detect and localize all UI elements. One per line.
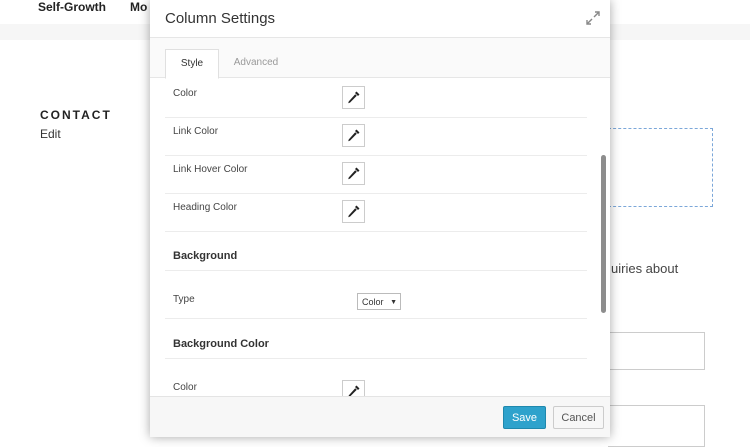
background-type-select[interactable]: Color ▼: [357, 293, 401, 310]
background-section-title: Background: [173, 250, 238, 262]
scrollbar-thumb[interactable]: [601, 155, 606, 313]
background-type-value: Color: [362, 297, 384, 307]
color-picker-button[interactable]: [342, 86, 365, 109]
background-color-picker-button[interactable]: [342, 380, 365, 396]
background-color-row: Color: [165, 358, 587, 396]
heading-color-row: Heading Color: [165, 193, 587, 232]
link-color-row: Link Color: [165, 117, 587, 156]
cancel-button[interactable]: Cancel: [553, 406, 604, 429]
eyedropper-icon: [348, 167, 360, 180]
eyedropper-icon: [348, 385, 360, 396]
link-color-label: Link Color: [173, 126, 219, 137]
inquiry-text: uiries about: [611, 261, 679, 276]
link-hover-color-label: Link Hover Color: [173, 164, 248, 175]
settings-tabs: Style Advanced: [150, 38, 610, 79]
modal-header: Column Settings: [150, 0, 610, 38]
eyedropper-icon: [348, 205, 360, 218]
contact-input-field[interactable]: [608, 332, 705, 370]
tab-advanced[interactable]: Advanced: [226, 49, 286, 77]
background-color-section-title: Background Color: [173, 338, 269, 350]
heading-color-picker-button[interactable]: [342, 200, 365, 223]
settings-body: Color Link Color Link Hover Color Headin…: [150, 78, 610, 396]
expand-icon[interactable]: [586, 11, 600, 25]
modal-footer: Save Cancel: [150, 396, 610, 437]
tab-style[interactable]: Style: [165, 49, 219, 79]
heading-color-label: Heading Color: [173, 202, 237, 213]
background-type-label: Type: [173, 294, 195, 305]
link-color-picker-button[interactable]: [342, 124, 365, 147]
color-label: Color: [173, 88, 197, 99]
background-color-label: Color: [173, 382, 197, 393]
modal-title: Column Settings: [165, 10, 276, 27]
contact-message-field[interactable]: [608, 405, 705, 447]
dashed-placeholder-box: [608, 128, 713, 207]
contact-heading: CONTACT: [40, 108, 112, 122]
nav-item-self-growth[interactable]: Self-Growth: [38, 0, 106, 14]
background-type-row: Type Color ▼: [165, 270, 587, 319]
chevron-down-icon: ▼: [390, 299, 397, 306]
edit-link[interactable]: Edit: [40, 127, 61, 141]
nav-item-partial[interactable]: Mo: [130, 0, 147, 14]
link-hover-color-picker-button[interactable]: [342, 162, 365, 185]
color-row: Color: [165, 78, 587, 118]
eyedropper-icon: [348, 91, 360, 104]
link-hover-color-row: Link Hover Color: [165, 155, 587, 194]
save-button[interactable]: Save: [503, 406, 546, 429]
eyedropper-icon: [348, 129, 360, 142]
column-settings-modal: Column Settings Style Advanced Color Lin…: [150, 0, 610, 437]
